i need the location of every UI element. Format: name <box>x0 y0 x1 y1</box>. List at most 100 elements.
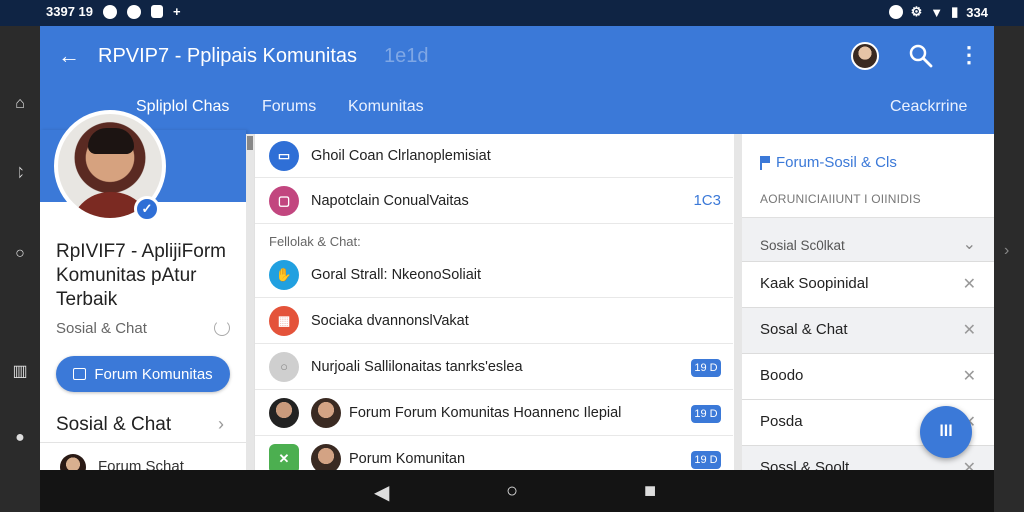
app-window: ← RPVIP7 - Pplipais Komunitas 1e1d ⋮ Spl… <box>40 26 994 470</box>
scrollbar[interactable] <box>246 134 254 470</box>
photo-hair <box>88 128 134 154</box>
hand-icon: ✋ <box>269 260 299 290</box>
sync-icon <box>888 5 903 19</box>
list-item-title: Forum Forum Komunitas Hoannenc Ilepial <box>349 405 622 421</box>
profile-panel: ✓ RpIVIF7 - AplijiForm Komunitas pAtur T… <box>40 110 246 470</box>
app-bar: ← RPVIP7 - Pplipais Komunitas 1e1d ⋮ Spl… <box>40 26 994 134</box>
list-item[interactable]: ✕ Porum Komunitan 19 D <box>255 436 733 470</box>
settings-icon: ⚙ <box>910 4 923 19</box>
list-item[interactable]: Boodo ✕ <box>742 354 994 400</box>
status-time: 3397 19 <box>46 4 93 19</box>
profile-name: RpIVIF7 - AplijiForm Komunitas pAtur Ter… <box>56 241 226 310</box>
list-item-title: Napotclain ConualVaitas <box>311 193 469 209</box>
more-vert-icon[interactable]: ⋮ <box>958 44 980 68</box>
notification-icon-2 <box>127 4 141 19</box>
left-rail: ⌂ ⥏ ○ ▥ ● <box>0 26 40 470</box>
list-item-label: Posda <box>760 413 803 430</box>
list-item-label: Boodo <box>760 367 804 384</box>
profile-category: Sosial & Chat <box>56 320 147 337</box>
tab-chats[interactable]: Spliplol Chas <box>136 98 229 116</box>
tab-komunitas[interactable]: Komunitas <box>348 98 424 116</box>
status-badge: 19 D <box>691 405 721 423</box>
back-icon[interactable]: ◀ <box>374 480 389 505</box>
avatar <box>311 444 341 470</box>
recents-icon[interactable]: ■ <box>644 480 656 503</box>
group-header[interactable]: Sosial Sc0lkat ⌄ <box>742 228 994 262</box>
close-icon[interactable]: ✕ <box>963 366 976 386</box>
list-item-label: Kaak Soopinidal <box>760 275 869 292</box>
item-count: 1C3 <box>693 192 721 209</box>
card-title: Forum-Sosil & Cls <box>776 154 897 171</box>
system-nav-bar: ◀ ○ ■ <box>40 470 994 512</box>
list-item[interactable]: ▢ Napotclain ConualVaitas 1C3 <box>255 178 733 224</box>
verified-check-icon: ✓ <box>134 196 160 222</box>
list-item-title: Ghoil Coan Clrlanoplemisiat <box>311 148 491 164</box>
close-icon[interactable]: ✕ <box>963 274 976 294</box>
chart-icon[interactable]: ▥ <box>10 362 30 382</box>
divider <box>40 442 246 443</box>
tv-icon: ▭ <box>269 141 299 171</box>
avatar <box>60 454 86 470</box>
search-icon[interactable] <box>908 43 934 69</box>
section-title[interactable]: Sosial & Chat <box>56 414 171 436</box>
location-icon[interactable]: ● <box>10 428 30 448</box>
user-avatar[interactable] <box>851 42 879 70</box>
list-item-label[interactable]: Forum Schat <box>98 458 184 470</box>
list-item[interactable]: Forum Forum Komunitas Hoannenc Ilepial 1… <box>255 390 733 436</box>
status-badge: 19 D <box>691 359 721 377</box>
circle-icon: ○ <box>269 352 299 382</box>
status-badge: 19 D <box>691 451 721 469</box>
group-label: Fellolak & Chat: <box>269 234 361 249</box>
chat-icon: ▢ <box>269 186 299 216</box>
home-icon[interactable]: ○ <box>506 480 518 503</box>
list-item[interactable]: ✋ Goral Strall: NkeonoSoliait <box>255 254 733 298</box>
forum-komunitas-button[interactable]: Forum Komunitas <box>56 356 230 392</box>
floating-action-button[interactable]: lll <box>920 406 972 458</box>
forum-button-label: Forum Komunitas <box>94 365 213 383</box>
battery-icon: ▮ <box>951 4 959 19</box>
chevron-down-icon[interactable]: ⌄ <box>963 234 976 254</box>
list-item[interactable]: ▭ Ghoil Coan Clrlanoplemisiat <box>255 134 733 178</box>
battery-level: 334 <box>966 4 988 20</box>
forum-card[interactable]: Forum-Sosil & Cls AORUNICIAIIUNT I OIINI… <box>742 134 994 218</box>
refresh-icon[interactable] <box>214 320 230 336</box>
list-item[interactable]: ▦ Sociaka dvannonslVakat <box>255 298 733 344</box>
tab-forums[interactable]: Forums <box>262 98 316 116</box>
notification-icon <box>103 4 117 19</box>
forum-list: ▭ Ghoil Coan Clrlanoplemisiat ▢ Napotcla… <box>254 134 733 470</box>
right-rail: › <box>994 26 1024 470</box>
back-arrow-icon[interactable]: ← <box>58 44 82 68</box>
page-title: RPVIP7 - Pplipais Komunitas <box>98 45 358 67</box>
list-item[interactable]: ○ Nurjoali Sallilonaitas tanrks'eslea 19… <box>255 344 733 390</box>
circle-icon[interactable]: ○ <box>10 244 30 264</box>
title-ghost-text: 1e1d <box>384 45 429 67</box>
list-item-title: Goral Strall: NkeonoSoliait <box>311 267 482 283</box>
status-bar: 3397 19 + ⚙ ▼ ▮ 334 <box>0 0 1024 26</box>
app-icon <box>151 5 163 18</box>
list-item[interactable]: Kaak Soopinidal ✕ <box>742 262 994 308</box>
list-item[interactable]: Sosal & Chat ✕ <box>742 308 994 354</box>
group-label: Sosial Sc0lkat <box>760 238 845 253</box>
wifi-icon: ▼ <box>930 4 944 20</box>
close-icon[interactable]: ✕ <box>963 458 976 470</box>
scrollbar-thumb[interactable] <box>247 136 253 150</box>
list-item-title: Porum Komunitan <box>349 451 466 467</box>
plus-icon: + <box>173 4 181 19</box>
list-item-label: Sossl & Soolt <box>760 459 850 470</box>
avatar-icon <box>269 398 299 428</box>
scrollbar[interactable] <box>734 134 742 470</box>
flag-icon <box>760 156 770 170</box>
home-icon[interactable]: ⌂ <box>10 94 30 114</box>
chevron-right-icon[interactable]: › <box>218 414 224 435</box>
check-icon: ✕ <box>269 444 299 470</box>
device-frame: 3397 19 + ⚙ ▼ ▮ 334 ⌂ ⥏ ○ ▥ ● › ← RPVIP7… <box>0 0 1024 512</box>
list-item-label: Sosal & Chat <box>760 321 848 338</box>
nav-icon[interactable]: ⥏ <box>10 164 30 184</box>
grid-icon: ▦ <box>269 306 299 336</box>
list-item-title: Nurjoali Sallilonaitas tanrks'eslea <box>311 359 523 375</box>
tab-right[interactable]: Ceackrrine <box>890 98 967 116</box>
close-icon[interactable]: ✕ <box>963 320 976 340</box>
avatar <box>311 398 341 428</box>
forum-icon <box>73 368 87 380</box>
chevron-right-icon[interactable]: › <box>1004 242 1009 260</box>
